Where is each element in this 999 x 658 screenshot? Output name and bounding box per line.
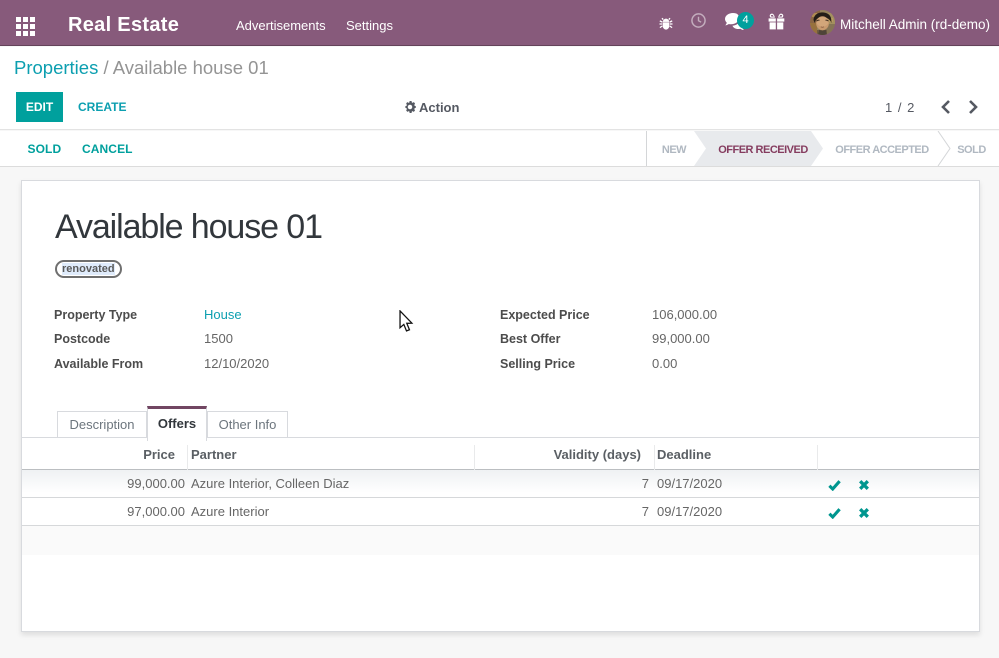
svg-text:OFFER RECEIVED: OFFER RECEIVED	[718, 144, 808, 156]
svg-text:OFFER ACCEPTED: OFFER ACCEPTED	[835, 144, 929, 156]
svg-text:NEW: NEW	[662, 144, 687, 156]
svg-text:SOLD: SOLD	[957, 144, 986, 156]
